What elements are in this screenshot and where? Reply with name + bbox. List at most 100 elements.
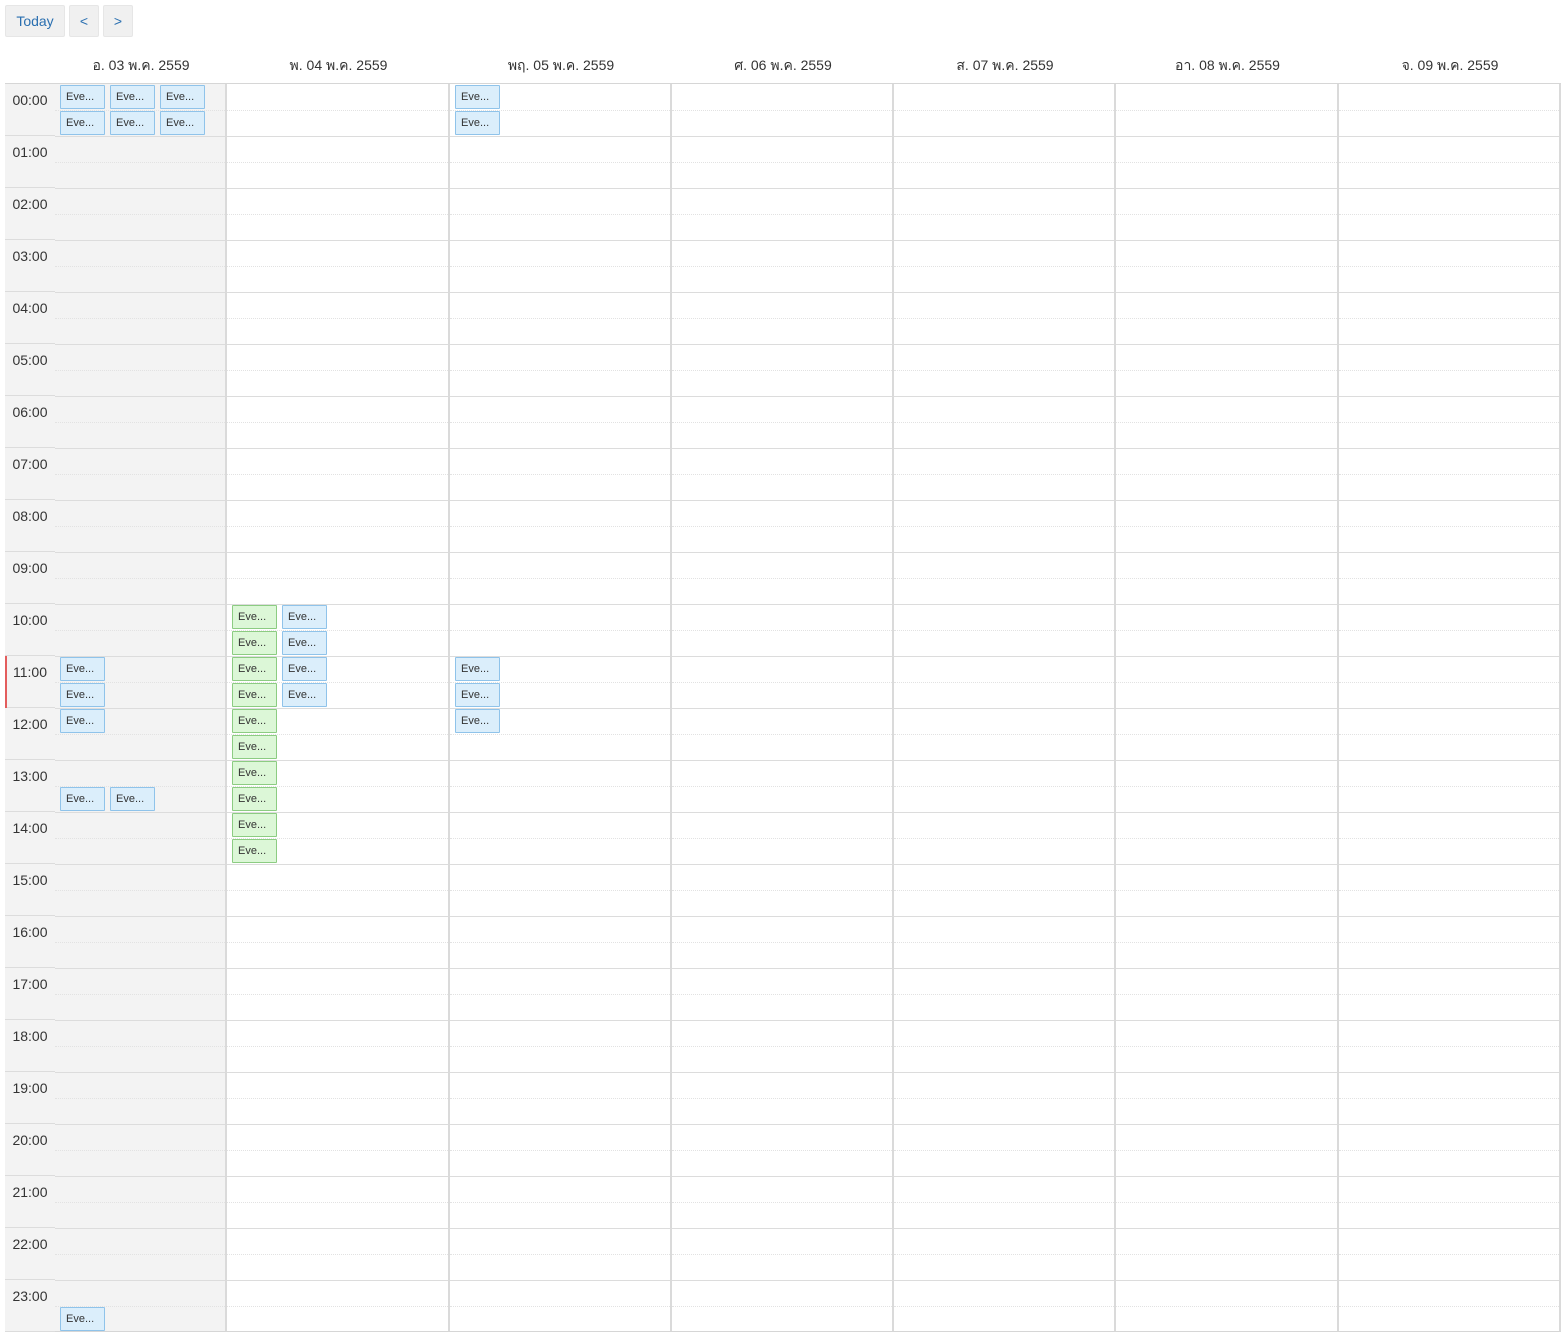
- calendar-event[interactable]: Eve...: [60, 657, 105, 681]
- half-hour-gridline: [672, 266, 892, 267]
- hour-gridline: [227, 1072, 448, 1073]
- calendar-event[interactable]: Eve...: [232, 631, 277, 655]
- half-hour-gridline: [1116, 1046, 1337, 1047]
- half-hour-gridline: [894, 162, 1114, 163]
- calendar-event[interactable]: Eve...: [455, 111, 500, 135]
- day-column[interactable]: [672, 84, 894, 1331]
- half-hour-gridline: [1116, 1306, 1337, 1307]
- day-column[interactable]: Eve... Eve... Eve... Eve... Eve... Eve... Eve.…: [227, 84, 450, 1331]
- day-column[interactable]: [1116, 84, 1339, 1331]
- half-hour-gridline: [55, 526, 225, 527]
- day-header: ศ. 06 พ.ค. 2559: [734, 57, 832, 73]
- hour-gridline: [55, 240, 225, 241]
- calendar-event[interactable]: Eve...: [160, 85, 205, 109]
- calendar-event[interactable]: Eve...: [232, 683, 277, 707]
- calendar-event[interactable]: Eve...: [282, 683, 327, 707]
- half-hour-gridline: [450, 890, 670, 891]
- day-column[interactable]: [1339, 84, 1561, 1331]
- calendar-event[interactable]: Eve...: [110, 787, 155, 811]
- half-hour-gridline: [1339, 318, 1559, 319]
- hour-label: 17:00: [5, 968, 55, 1020]
- calendar-event[interactable]: Eve...: [110, 111, 155, 135]
- hour-gridline: [55, 604, 225, 605]
- hour-gridline: [672, 708, 892, 709]
- hour-gridline: [894, 1280, 1114, 1281]
- half-hour-gridline: [1339, 1046, 1559, 1047]
- calendar-event[interactable]: Eve...: [232, 657, 277, 681]
- hour-gridline: [55, 344, 225, 345]
- calendar-event[interactable]: Eve...: [282, 657, 327, 681]
- calendar-event[interactable]: Eve...: [282, 605, 327, 629]
- half-hour-gridline: [672, 162, 892, 163]
- hour-gridline: [894, 240, 1114, 241]
- hour-gridline: [1116, 500, 1337, 501]
- half-hour-gridline: [672, 578, 892, 579]
- half-hour-gridline: [450, 942, 670, 943]
- hour-gridline: [1116, 448, 1337, 449]
- hour-gridline: [227, 968, 448, 969]
- calendar-event[interactable]: Eve...: [232, 813, 277, 837]
- hour-label: 04:00: [5, 292, 55, 344]
- calendar-event[interactable]: Eve...: [455, 709, 500, 733]
- calendar-event[interactable]: Eve...: [232, 605, 277, 629]
- calendar-event[interactable]: Eve...: [60, 85, 105, 109]
- hour-gridline: [894, 292, 1114, 293]
- hour-gridline: [227, 916, 448, 917]
- hour-gridline: [55, 500, 225, 501]
- today-button[interactable]: Today: [5, 5, 65, 37]
- hour-gridline: [227, 1228, 448, 1229]
- half-hour-gridline: [894, 994, 1114, 995]
- day-column[interactable]: [894, 84, 1116, 1331]
- half-hour-gridline: [672, 734, 892, 735]
- day-column[interactable]: Eve... Eve... Eve... Eve... Eve... Eve... Eve.…: [55, 84, 227, 1331]
- calendar-event[interactable]: Eve...: [160, 111, 205, 135]
- hour-gridline: [894, 1020, 1114, 1021]
- calendar-event[interactable]: Eve...: [232, 787, 277, 811]
- half-hour-gridline: [450, 1306, 670, 1307]
- previous-week-button[interactable]: <: [69, 5, 99, 37]
- half-hour-gridline: [1116, 630, 1337, 631]
- half-hour-gridline: [894, 734, 1114, 735]
- hour-gridline: [450, 136, 670, 137]
- half-hour-gridline: [450, 266, 670, 267]
- hour-gridline: [227, 864, 448, 865]
- calendar-event[interactable]: Eve...: [60, 683, 105, 707]
- day-column[interactable]: Eve... Eve... Eve... Eve... Eve...: [450, 84, 672, 1331]
- half-hour-gridline: [672, 370, 892, 371]
- calendar-event[interactable]: Eve...: [110, 85, 155, 109]
- calendar-event[interactable]: Eve...: [455, 85, 500, 109]
- calendar-event[interactable]: Eve...: [60, 1307, 105, 1331]
- half-hour-gridline: [450, 786, 670, 787]
- hour-gridline: [55, 136, 225, 137]
- calendar-event[interactable]: Eve...: [232, 839, 277, 863]
- half-hour-gridline: [672, 1150, 892, 1151]
- next-week-button[interactable]: >: [103, 5, 133, 37]
- calendar-event[interactable]: Eve...: [60, 787, 105, 811]
- calendar-event[interactable]: Eve...: [455, 657, 500, 681]
- calendar-event[interactable]: Eve...: [232, 761, 277, 785]
- calendar-event[interactable]: Eve...: [232, 709, 277, 733]
- hour-gridline: [672, 136, 892, 137]
- hour-gridline: [55, 1228, 225, 1229]
- hour-gridline: [1116, 1228, 1337, 1229]
- half-hour-gridline: [1339, 370, 1559, 371]
- hour-gridline: [55, 396, 225, 397]
- calendar-event[interactable]: Eve...: [60, 111, 105, 135]
- half-hour-gridline: [227, 578, 448, 579]
- calendar-event[interactable]: Eve...: [455, 683, 500, 707]
- calendar-event[interactable]: Eve...: [282, 631, 327, 655]
- calendar-event[interactable]: Eve...: [232, 735, 277, 759]
- calendar-event[interactable]: Eve...: [60, 709, 105, 733]
- hour-gridline: [450, 760, 670, 761]
- half-hour-gridline: [894, 370, 1114, 371]
- hour-gridline: [672, 1020, 892, 1021]
- hour-gridline: [1339, 1020, 1559, 1021]
- hour-gridline: [1339, 916, 1559, 917]
- hour-label: 09:00: [5, 552, 55, 604]
- half-hour-gridline: [55, 1098, 225, 1099]
- hour-gridline: [894, 500, 1114, 501]
- hour-gridline: [1339, 968, 1559, 969]
- half-hour-gridline: [55, 1202, 225, 1203]
- hour-gridline: [227, 292, 448, 293]
- half-hour-gridline: [672, 526, 892, 527]
